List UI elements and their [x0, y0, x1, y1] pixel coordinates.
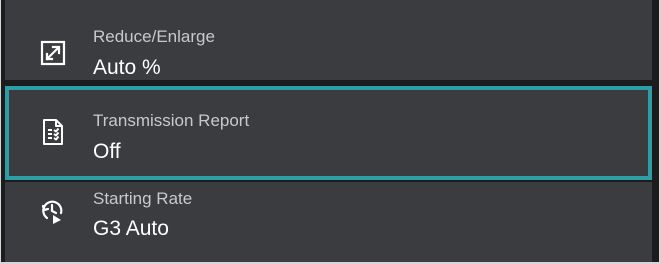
resize-icon: [39, 39, 67, 67]
setting-label: Starting Rate: [93, 189, 193, 208]
report-document-icon: [39, 118, 67, 146]
setting-item-reduce-enlarge[interactable]: Reduce/Enlarge Auto %: [5, 0, 652, 80]
setting-label: Reduce/Enlarge: [93, 27, 215, 46]
setting-value: Auto %: [93, 56, 161, 79]
setting-item-transmission-report[interactable]: Transmission Report Off: [5, 86, 652, 180]
setting-item-starting-rate[interactable]: Starting Rate G3 Auto: [5, 182, 652, 262]
setting-value: Off: [93, 140, 121, 163]
rate-clock-icon: [39, 197, 67, 225]
setting-value: G3 Auto: [93, 217, 169, 240]
setting-label: Transmission Report: [93, 111, 250, 130]
settings-list: Reduce/Enlarge Auto % Transmission Repor…: [0, 0, 661, 264]
